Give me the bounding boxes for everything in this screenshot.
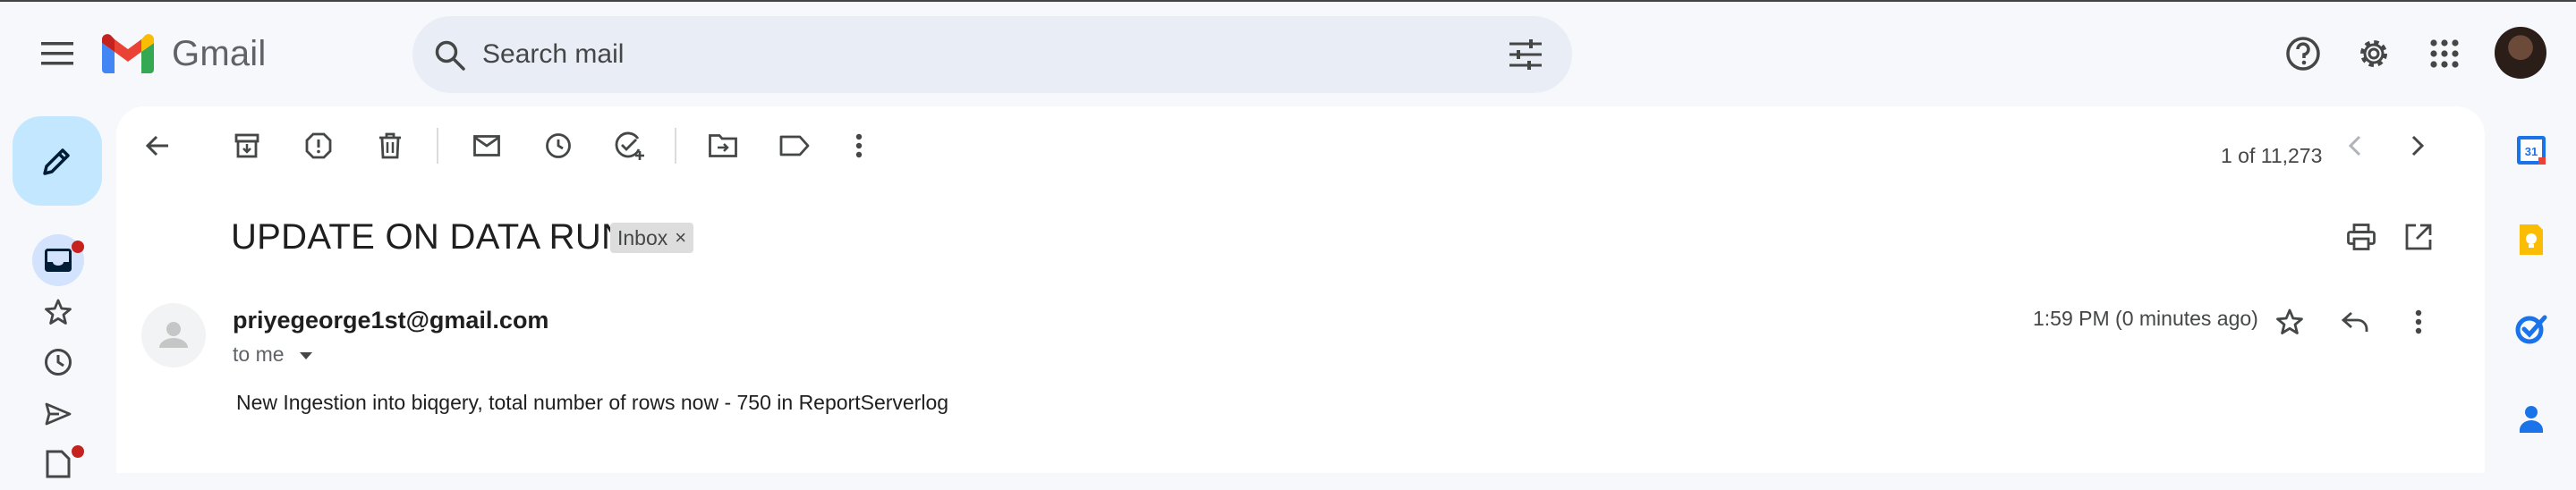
label-icon <box>779 135 810 156</box>
more-actions-button[interactable] <box>834 121 884 171</box>
star-icon <box>45 299 72 325</box>
gear-icon <box>2360 40 2387 67</box>
print-icon <box>2347 224 2376 250</box>
print-all-button[interactable] <box>2336 212 2386 262</box>
app-name: Gmail <box>172 34 267 73</box>
help-icon <box>2286 37 2320 71</box>
apps-grid-icon <box>2430 39 2459 68</box>
sidebar-item-starred[interactable] <box>32 286 84 338</box>
label-chip-inbox[interactable]: Inbox × <box>610 223 694 253</box>
search-bar[interactable]: Search mail <box>412 16 1572 93</box>
contacts-icon <box>2520 406 2543 433</box>
chevron-left-icon <box>2349 135 2361 156</box>
toolbar-divider <box>437 128 438 164</box>
delete-button[interactable] <box>365 121 415 171</box>
trash-icon <box>379 132 401 159</box>
more-vert-icon <box>2415 309 2422 334</box>
archive-icon <box>234 133 259 158</box>
gmail-logo[interactable] <box>102 34 154 73</box>
star-icon <box>2276 308 2303 334</box>
pencil-icon <box>43 148 70 175</box>
message-body: New Ingestion into biqgery, total number… <box>236 391 949 414</box>
remove-label-icon[interactable]: × <box>675 226 686 249</box>
calendar-day-label: 31 <box>2525 145 2538 158</box>
keep-icon <box>2520 224 2543 255</box>
more-vert-icon <box>855 133 863 158</box>
search-icon[interactable] <box>434 39 466 72</box>
person-icon <box>159 322 188 348</box>
sidebar-item-sent[interactable] <box>32 388 84 440</box>
report-spam-icon <box>305 132 332 159</box>
move-to-button[interactable] <box>698 121 748 171</box>
main-menu-button[interactable] <box>32 29 82 79</box>
chevron-right-icon <box>2411 135 2424 156</box>
recipient-details[interactable]: to me <box>233 342 313 367</box>
chevron-down-icon[interactable] <box>299 351 313 360</box>
older-button[interactable] <box>2393 121 2443 171</box>
send-icon <box>45 402 72 426</box>
account-avatar[interactable] <box>2495 27 2546 79</box>
sender-avatar[interactable] <box>141 303 206 368</box>
drafts-notification-dot <box>72 445 84 458</box>
report-spam-button[interactable] <box>293 121 344 171</box>
inbox-icon <box>45 249 72 272</box>
snooze-button[interactable] <box>533 121 583 171</box>
pagination-count: 1 of 11,273 <box>2221 144 2323 167</box>
tasks-app-button[interactable] <box>2510 308 2553 351</box>
back-button[interactable] <box>132 121 183 171</box>
sender-address[interactable]: priyegeorge1st@gmail.com <box>233 307 548 334</box>
clock-icon <box>546 133 571 158</box>
gmail-m-icon <box>102 34 154 73</box>
keep-app-button[interactable] <box>2510 218 2553 261</box>
sidebar-item-snoozed[interactable] <box>32 336 84 388</box>
labels-button[interactable] <box>769 121 820 171</box>
compose-button[interactable] <box>13 116 102 206</box>
reply-icon <box>2342 311 2368 332</box>
message-more-button[interactable] <box>2393 297 2444 347</box>
message-timestamp: 1:59 PM (0 minutes ago) <box>2033 307 2258 330</box>
message-subject: UPDATE ON DATA RUN <box>231 217 628 257</box>
archive-button[interactable] <box>222 121 272 171</box>
toolbar-divider <box>675 128 676 164</box>
tasks-icon <box>2515 315 2547 344</box>
label-chip-text: Inbox <box>617 225 668 249</box>
draft-icon <box>46 450 71 478</box>
contacts-app-button[interactable] <box>2510 397 2553 440</box>
open-new-window-button[interactable] <box>2393 212 2444 262</box>
recipient-text: to me <box>233 342 285 366</box>
calendar-app-button[interactable]: 31 <box>2510 129 2553 172</box>
mark-unread-button[interactable] <box>462 121 512 171</box>
add-task-icon <box>615 131 644 160</box>
message-view: 1 of 11,273 UPDATE ON DATA RUN Inbox × p… <box>116 106 2485 473</box>
search-options-icon[interactable] <box>1509 39 1542 70</box>
mail-icon <box>473 135 500 156</box>
inbox-notification-dot <box>72 241 84 253</box>
open-in-new-icon <box>2405 224 2432 250</box>
reply-button[interactable] <box>2330 297 2380 347</box>
calendar-icon: 31 <box>2517 136 2546 165</box>
hamburger-icon <box>41 42 73 65</box>
move-to-folder-icon <box>709 134 737 157</box>
search-input[interactable]: Search mail <box>482 39 624 70</box>
clock-icon <box>45 349 72 376</box>
star-message-button[interactable] <box>2265 297 2315 347</box>
arrow-left-icon <box>145 135 168 156</box>
newer-button[interactable] <box>2330 121 2380 171</box>
apps-button[interactable] <box>2419 29 2470 79</box>
help-button[interactable] <box>2278 29 2328 79</box>
add-to-tasks-button[interactable] <box>605 121 655 171</box>
settings-button[interactable] <box>2349 29 2399 79</box>
